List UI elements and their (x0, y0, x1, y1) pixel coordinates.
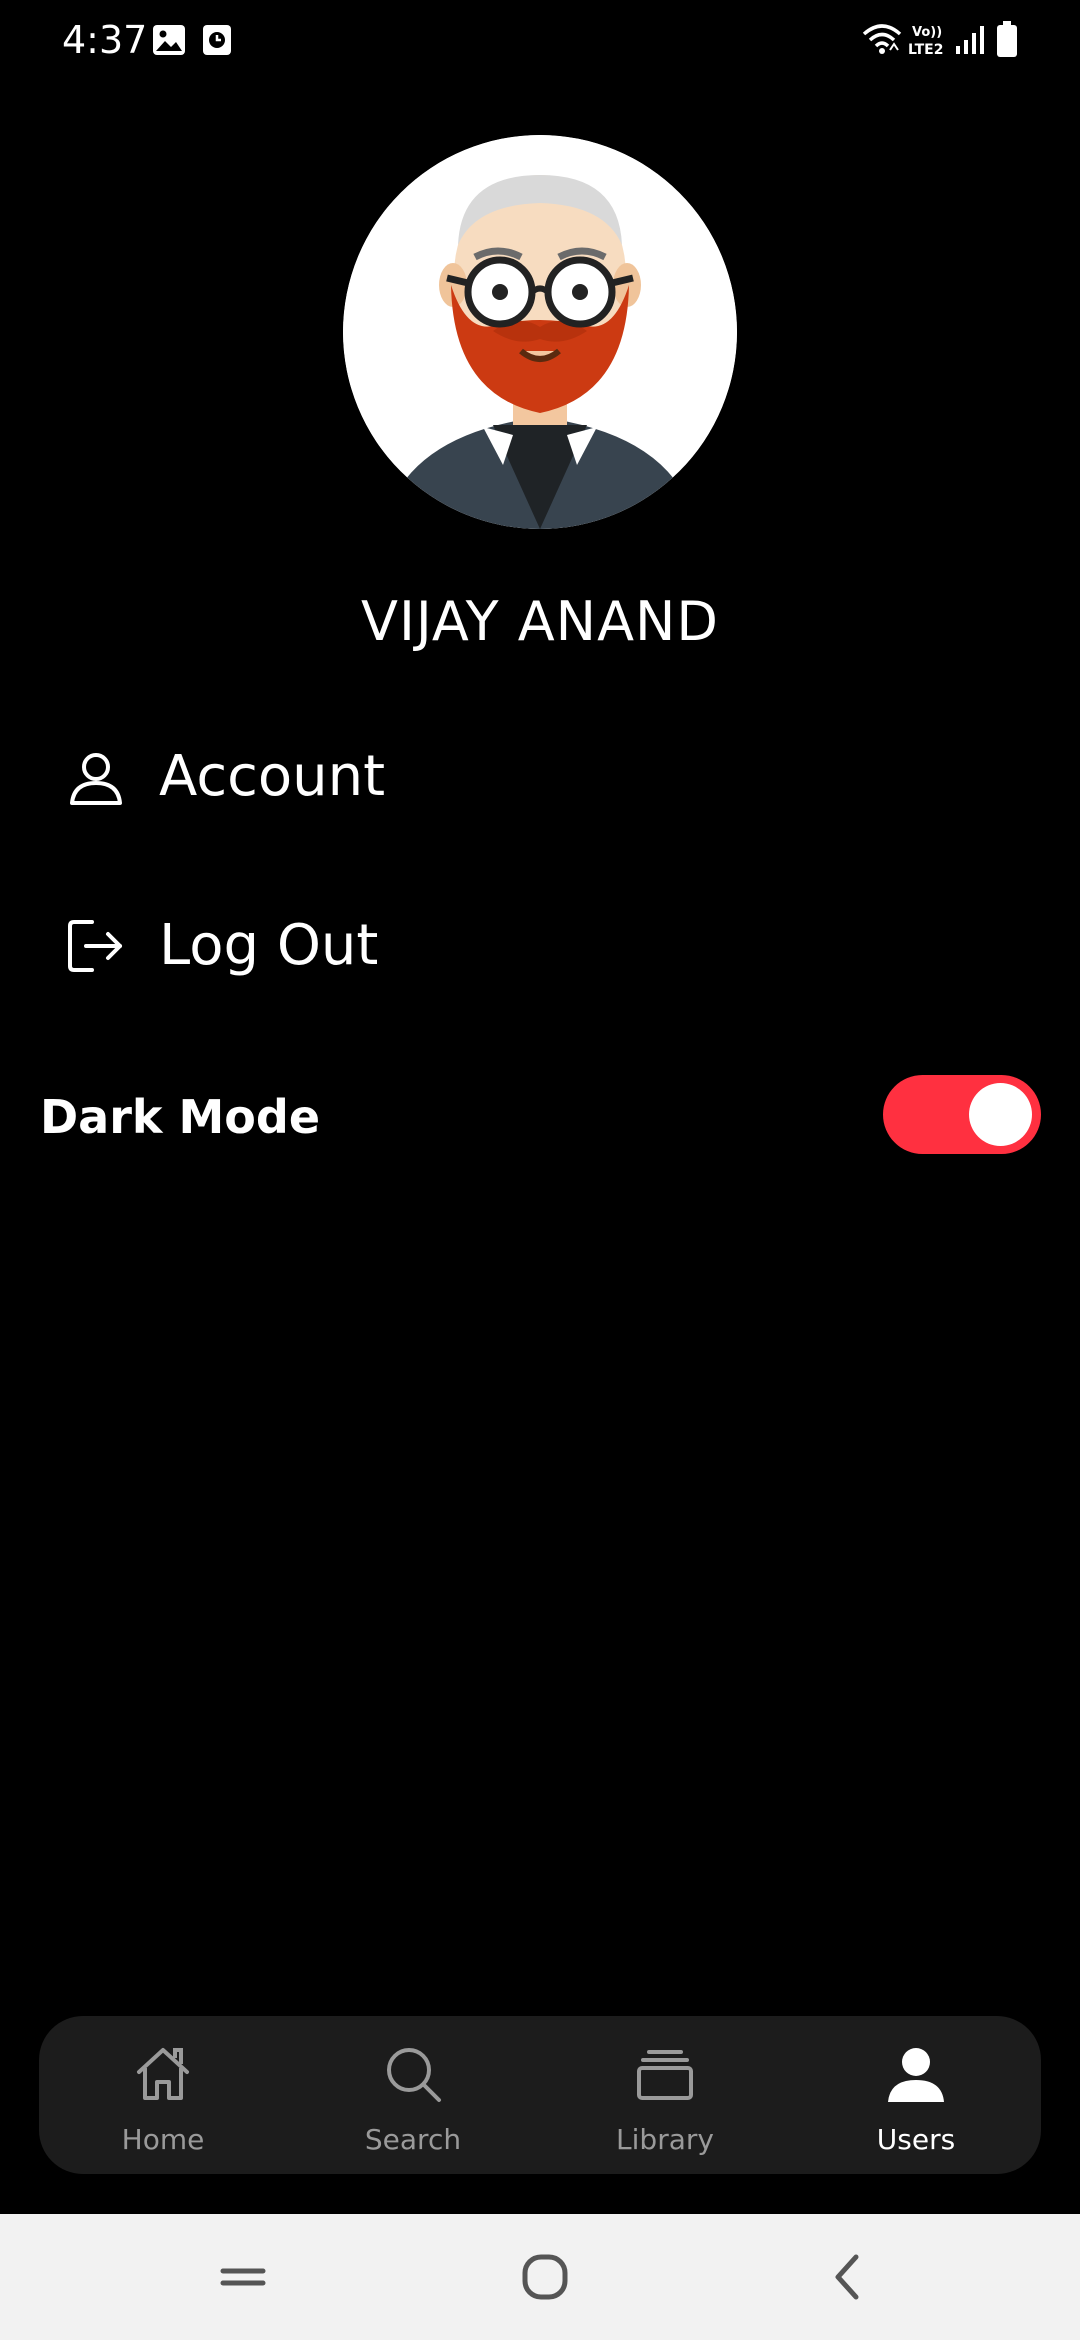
logout-menu-item[interactable]: Log Out (60, 891, 1020, 1001)
toggle-knob (969, 1083, 1032, 1146)
nav-search[interactable]: Search (313, 2016, 513, 2174)
nav-home[interactable]: Home (63, 2016, 263, 2174)
logout-label: Log Out (159, 913, 379, 978)
nav-library-label: Library (616, 2123, 714, 2156)
back-icon[interactable] (818, 2247, 878, 2307)
signal-icon (956, 26, 984, 54)
dark-mode-toggle[interactable] (883, 1075, 1041, 1154)
image-icon (153, 25, 185, 55)
battery-icon (997, 21, 1017, 57)
nav-users-label: Users (876, 2123, 956, 2156)
nav-library[interactable]: Library (565, 2016, 765, 2174)
library-icon (637, 2050, 693, 2100)
recent-apps-icon[interactable] (213, 2247, 273, 2307)
nav-search-label: Search (364, 2123, 462, 2156)
status-bar: 4:37 Vo)) LTE2 (0, 0, 1080, 80)
nav-users[interactable]: Users (816, 2016, 1016, 2174)
wifi-icon (862, 24, 902, 54)
account-menu-item[interactable]: Account (60, 722, 1020, 832)
status-time: 4:37 (62, 18, 148, 62)
bottom-nav: Home Search Library Users (39, 2016, 1041, 2174)
clock-icon (203, 25, 231, 55)
search-icon (387, 2048, 441, 2102)
user-outline-icon (70, 753, 122, 805)
account-label: Account (159, 744, 386, 809)
home-icon (137, 2048, 189, 2100)
user-filled-icon (888, 2048, 944, 2102)
logout-icon (68, 920, 122, 972)
system-nav-bar (0, 2214, 1080, 2340)
svg-text:LTE2: LTE2 (908, 42, 943, 58)
home-circle-icon[interactable] (515, 2247, 575, 2307)
nav-home-label: Home (121, 2123, 205, 2156)
dark-mode-label: Dark Mode (40, 1090, 321, 1144)
profile-avatar[interactable] (343, 135, 737, 529)
volte-icon: Vo)) LTE2 (908, 25, 943, 58)
user-name: VIJAY ANAND (361, 590, 719, 653)
svg-text:Vo)): Vo)) (912, 25, 942, 40)
